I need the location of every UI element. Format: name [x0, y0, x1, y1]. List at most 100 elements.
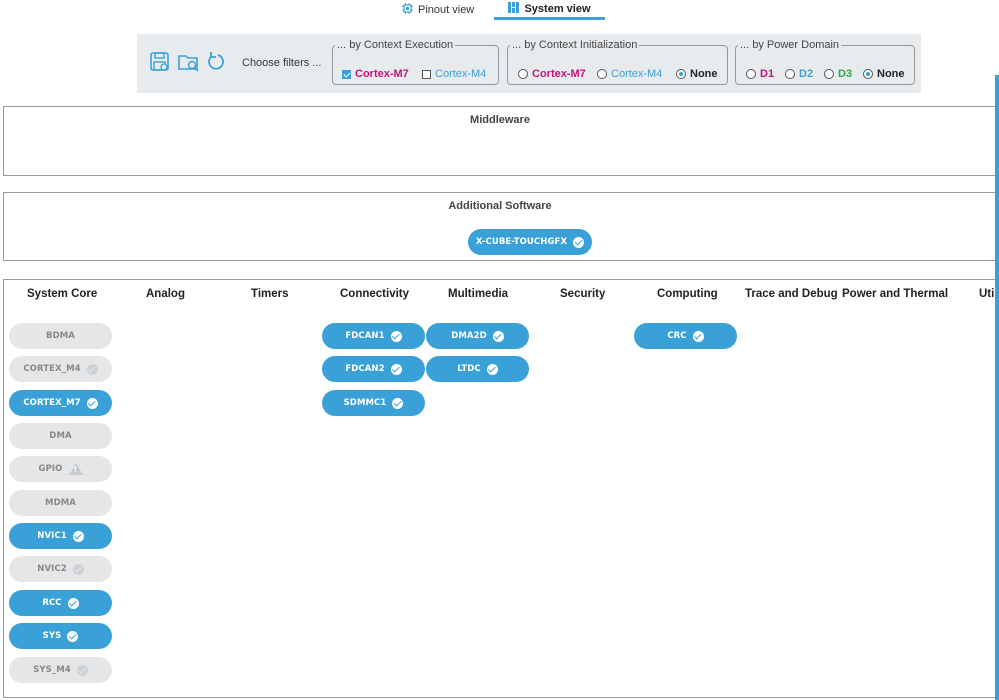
peripheral-label: CORTEX_M7 [23, 398, 81, 408]
col-timers[interactable]: Timers [251, 288, 289, 300]
peripheral-label: CRC [667, 331, 687, 341]
peripheral-label: DMA [49, 431, 72, 441]
power-d1-label: D1 [760, 68, 775, 80]
peripheral-cortex-m4-button[interactable]: CORTEX_M4 [9, 356, 112, 382]
col-analog[interactable]: Analog [146, 288, 185, 300]
power-d3-radio[interactable]: D3 [824, 68, 852, 80]
peripheral-label: NVIC1 [37, 531, 67, 541]
peripheral-label: LTDC [457, 364, 481, 374]
exec-cortex-m4-label: Cortex-M4 [435, 68, 487, 80]
check-circle-icon [392, 397, 404, 409]
open-folder-icon[interactable] [177, 51, 199, 75]
context-initialization-legend: ... by Context Initialization [512, 39, 638, 51]
radio-off-icon [824, 69, 834, 79]
filter-toolbar: Choose filters ... ... by Context Execut… [137, 34, 921, 93]
peripheral-crc-button[interactable]: CRC [634, 323, 737, 349]
warning-icon [68, 463, 83, 475]
peripheral-mdma-button[interactable]: MDMA [9, 490, 112, 516]
peripheral-fdcan2-button[interactable]: FDCAN2 [322, 356, 425, 382]
col-power-and-thermal[interactable]: Power and Thermal [842, 288, 948, 300]
peripheral-label: FDCAN1 [345, 331, 385, 341]
choose-filters-label: Choose filters ... [242, 57, 322, 69]
peripheral-dma-button[interactable]: DMA [9, 423, 112, 449]
exec-cortex-m4-checkbox[interactable]: Cortex-M4 [422, 68, 486, 80]
check-circle-icon [492, 330, 504, 342]
unchecked-icon [422, 69, 431, 79]
check-circle-icon [67, 597, 79, 609]
init-cortex-m7-label: Cortex-M7 [532, 68, 586, 80]
save-icon[interactable] [149, 51, 171, 75]
check-circle-icon [67, 630, 79, 642]
radio-off-icon [746, 69, 756, 79]
peripheral-label: CORTEX_M4 [23, 364, 81, 374]
tab-pinout-view[interactable]: Pinout view [402, 2, 474, 17]
power-d1-radio[interactable]: D1 [746, 68, 774, 80]
col-system-core[interactable]: System Core [27, 288, 97, 300]
refresh-icon[interactable] [206, 51, 228, 75]
peripheral-label: SYS_M4 [33, 665, 71, 675]
tab-system-label: System view [524, 3, 591, 15]
check-circle-icon [573, 236, 585, 248]
tab-pinout-label: Pinout view [418, 3, 475, 16]
peripheral-nvic2-button[interactable]: NVIC2 [9, 556, 112, 582]
peripheral-label: NVIC2 [37, 564, 67, 574]
vertical-scrollbar[interactable] [995, 75, 999, 700]
col-computing[interactable]: Computing [657, 288, 718, 300]
checked-icon [342, 69, 351, 79]
x-cube-touchgfx-button[interactable]: X-CUBE-TOUCHGFX [468, 229, 592, 255]
view-tabs: Pinout view System view [0, 0, 999, 20]
check-circle-icon [86, 363, 98, 375]
peripheral-ltdc-button[interactable]: LTDC [426, 356, 529, 382]
middleware-title: Middleware [470, 114, 530, 126]
additional-software-panel: Additional Software X-CUBE-TOUCHGFX [3, 192, 997, 261]
radio-off-icon [785, 69, 795, 79]
peripheral-bdma-button[interactable]: BDMA [9, 323, 112, 349]
power-d2-label: D2 [799, 68, 814, 80]
peripheral-label: DMA2D [451, 331, 487, 341]
check-circle-icon [390, 363, 402, 375]
power-d3-label: D3 [838, 68, 853, 80]
peripheral-dma2d-button[interactable]: DMA2D [426, 323, 529, 349]
exec-cortex-m7-checkbox[interactable]: Cortex-M7 [342, 68, 409, 80]
peripheral-gpio-button[interactable]: GPIO [9, 456, 112, 482]
radio-on-icon [676, 69, 686, 79]
peripheral-sdmmc1-button[interactable]: SDMMC1 [322, 390, 425, 416]
power-domain-legend: ... by Power Domain [740, 39, 840, 51]
peripheral-cortex-m7-button[interactable]: CORTEX_M7 [9, 390, 112, 416]
grid-icon [508, 2, 520, 16]
filter-power-domain: ... by Power Domain D1 D2 D3 None [735, 39, 915, 85]
check-circle-icon [86, 397, 98, 409]
power-d2-radio[interactable]: D2 [785, 68, 813, 80]
peripheral-fdcan1-button[interactable]: FDCAN1 [322, 323, 425, 349]
radio-off-icon [597, 69, 607, 79]
col-trace-and-debug[interactable]: Trace and Debug [745, 288, 838, 300]
col-security[interactable]: Security [560, 288, 605, 300]
col-multimedia[interactable]: Multimedia [448, 288, 508, 300]
init-none-radio[interactable]: None [676, 68, 718, 80]
exec-cortex-m7-label: Cortex-M7 [355, 68, 409, 80]
radio-on-icon [863, 69, 873, 79]
check-circle-icon [72, 563, 84, 575]
filter-context-execution: ... by Context Execution Cortex-M7 Corte… [332, 39, 499, 85]
filter-context-initialization: ... by Context Initialization Cortex-M7 … [507, 39, 728, 85]
tab-system-view[interactable]: System view [494, 1, 605, 20]
init-cortex-m7-radio[interactable]: Cortex-M7 [518, 68, 586, 80]
x-cube-touchgfx-label: X-CUBE-TOUCHGFX [475, 237, 568, 247]
check-circle-icon [692, 330, 704, 342]
context-execution-legend: ... by Context Execution [337, 39, 454, 51]
radio-off-icon [518, 69, 528, 79]
col-connectivity[interactable]: Connectivity [340, 288, 409, 300]
peripheral-label: RCC [42, 598, 62, 608]
peripheral-sys-m4-button[interactable]: SYS_M4 [9, 657, 112, 683]
peripheral-label: BDMA [46, 331, 75, 341]
peripheral-nvic1-button[interactable]: NVIC1 [9, 523, 112, 549]
power-none-radio[interactable]: None [863, 68, 905, 80]
peripheral-label: SYS [42, 631, 62, 641]
init-cortex-m4-radio[interactable]: Cortex-M4 [597, 68, 662, 80]
peripheral-rcc-button[interactable]: RCC [9, 590, 112, 616]
chip-icon [402, 2, 413, 17]
additional-software-title: Additional Software [448, 200, 552, 212]
check-circle-icon [72, 530, 84, 542]
peripheral-label: SDMMC1 [343, 398, 387, 408]
peripheral-sys-button[interactable]: SYS [9, 623, 112, 649]
